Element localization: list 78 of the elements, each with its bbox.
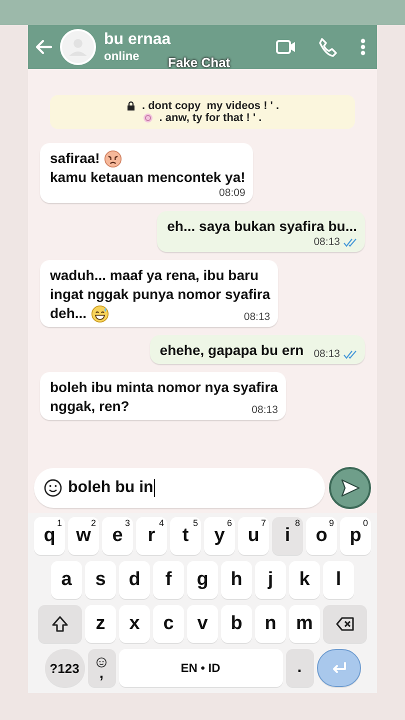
keyboard-key[interactable]: x	[119, 605, 150, 643]
key-hint: 2	[90, 518, 96, 528]
keyboard-key[interactable]: m	[289, 605, 320, 643]
key-hint: 5	[192, 518, 198, 528]
keyboard-key[interactable]: b	[221, 605, 252, 643]
keyboard-key[interactable]: o 9	[306, 517, 337, 555]
message-time: 08:09	[219, 187, 246, 199]
keyboard-key[interactable]: w 2	[68, 517, 99, 555]
keyboard-key[interactable]: h	[221, 561, 252, 599]
keyboard-key[interactable]: a	[51, 561, 82, 599]
message-time: 08:13	[314, 348, 340, 360]
symbols-key[interactable]: ?123	[44, 649, 84, 687]
keyboard-key[interactable]: t 5	[170, 517, 201, 555]
keyboard-key[interactable]: v	[187, 605, 218, 643]
backspace-icon	[335, 614, 355, 634]
key-hint: 0	[362, 518, 368, 528]
emoji-icon[interactable]	[44, 479, 62, 497]
keyboard-key[interactable]: k	[289, 561, 320, 599]
message-text: kamu ketauan mencontek ya!	[50, 168, 246, 187]
message-input[interactable]: boleh bu in	[34, 468, 325, 508]
message-time: 08:13	[244, 311, 270, 323]
message-text: safiraa!	[50, 149, 100, 168]
shift-arrow-icon	[50, 614, 70, 634]
message-text: deh...	[50, 304, 87, 323]
keyboard-key[interactable]: n	[255, 605, 286, 643]
banner-text: . anw, ty for that ! ' .	[159, 112, 262, 124]
smiley-icon	[96, 656, 107, 668]
keyboard-key[interactable]: s	[85, 561, 116, 599]
key-hint: 1	[56, 518, 62, 528]
send-icon	[339, 477, 361, 499]
back-arrow-icon[interactable]	[34, 37, 54, 57]
period-key[interactable]: .	[286, 649, 314, 687]
key-hint: 7	[260, 518, 266, 528]
key-hint: 3	[124, 518, 130, 528]
banner-text: . dont copy my videos ! ' .	[142, 100, 280, 112]
keyboard-key[interactable]: l	[323, 561, 354, 599]
sweat-smile-icon	[90, 304, 109, 322]
lock-icon	[126, 101, 136, 111]
key-hint: 9	[328, 518, 334, 528]
more-options-icon[interactable]	[359, 36, 367, 58]
keyboard-key[interactable]: f	[153, 561, 184, 599]
keyboard-key[interactable]: g	[187, 561, 218, 599]
contact-status: online	[104, 49, 140, 63]
watermark-label: Fake Chat	[168, 55, 230, 70]
message-text: waduh... maaf ya rena, ibu baru	[50, 266, 258, 285]
keyboard-key[interactable]: e 3	[102, 517, 133, 555]
contact-name: bu ernaa	[104, 31, 171, 49]
keyboard-key[interactable]: y 6	[204, 517, 235, 555]
key-hint: 8	[294, 518, 300, 528]
keyboard-key[interactable]: r 4	[136, 517, 167, 555]
backspace-key[interactable]	[323, 605, 367, 643]
angry-face-icon	[104, 150, 122, 168]
key-hint: 6	[226, 518, 232, 528]
message-text: nggak, ren?	[50, 397, 130, 416]
message-time: 08:13	[314, 236, 340, 248]
keyboard-key[interactable]: p 0	[340, 517, 371, 555]
message-text: boleh ibu minta nomor nya syafira	[50, 378, 278, 397]
keyboard-key[interactable]: q 1	[34, 517, 65, 555]
keyboard-key[interactable]: u 7	[238, 517, 269, 555]
avatar[interactable]	[60, 29, 96, 65]
message-text: ingat nggak punya nomor syafira	[50, 285, 270, 304]
space-key[interactable]: EN • ID	[118, 649, 282, 687]
swirl-icon	[143, 113, 154, 123]
message-text: ehehe, gapapa bu ern	[160, 341, 304, 360]
comma-key[interactable]: ,	[88, 649, 116, 687]
enter-key[interactable]	[316, 649, 360, 687]
send-button[interactable]	[329, 467, 371, 509]
keyboard-key[interactable]: d	[119, 561, 150, 599]
message-text: eh... saya bukan syafira bu...	[167, 217, 357, 236]
shift-key[interactable]	[38, 605, 82, 643]
input-text: boleh bu in	[68, 479, 156, 497]
keyboard-key[interactable]: z	[85, 605, 116, 643]
message-time: 08:13	[252, 404, 278, 416]
keyboard-key[interactable]: i 8	[272, 517, 303, 555]
keyboard-key[interactable]: j	[255, 561, 286, 599]
phone-icon[interactable]	[317, 36, 339, 58]
key-hint: 4	[158, 518, 164, 528]
keyboard-key[interactable]: c	[153, 605, 184, 643]
